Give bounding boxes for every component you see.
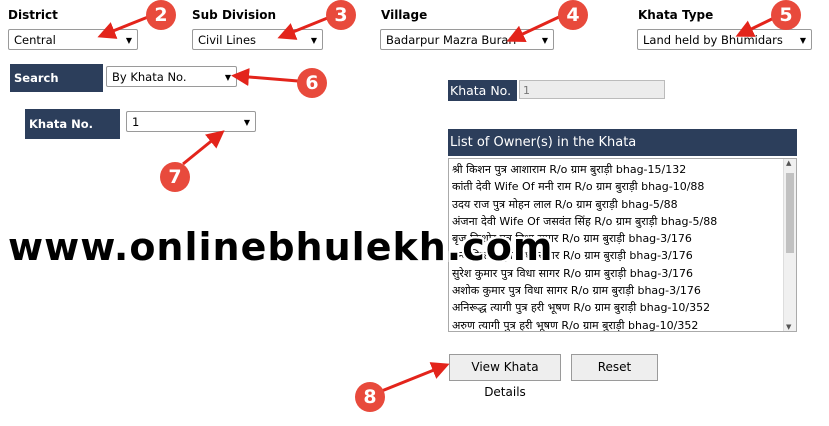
marker-8: 8 (355, 382, 385, 412)
red-arrow-icon (231, 68, 299, 86)
red-arrow-icon (506, 15, 560, 43)
red-arrow-icon (378, 362, 450, 394)
marker-7: 7 (160, 162, 190, 192)
marker-3: 3 (326, 0, 356, 30)
red-arrow-icon (182, 130, 225, 166)
marker-4: 4 (558, 0, 588, 30)
annotation-arrows (97, 15, 777, 394)
marker-2: 2 (146, 0, 176, 30)
red-arrow-icon (97, 15, 149, 39)
marker-6: 6 (297, 68, 327, 98)
red-arrow-icon (277, 15, 331, 40)
marker-5: 5 (771, 0, 801, 30)
